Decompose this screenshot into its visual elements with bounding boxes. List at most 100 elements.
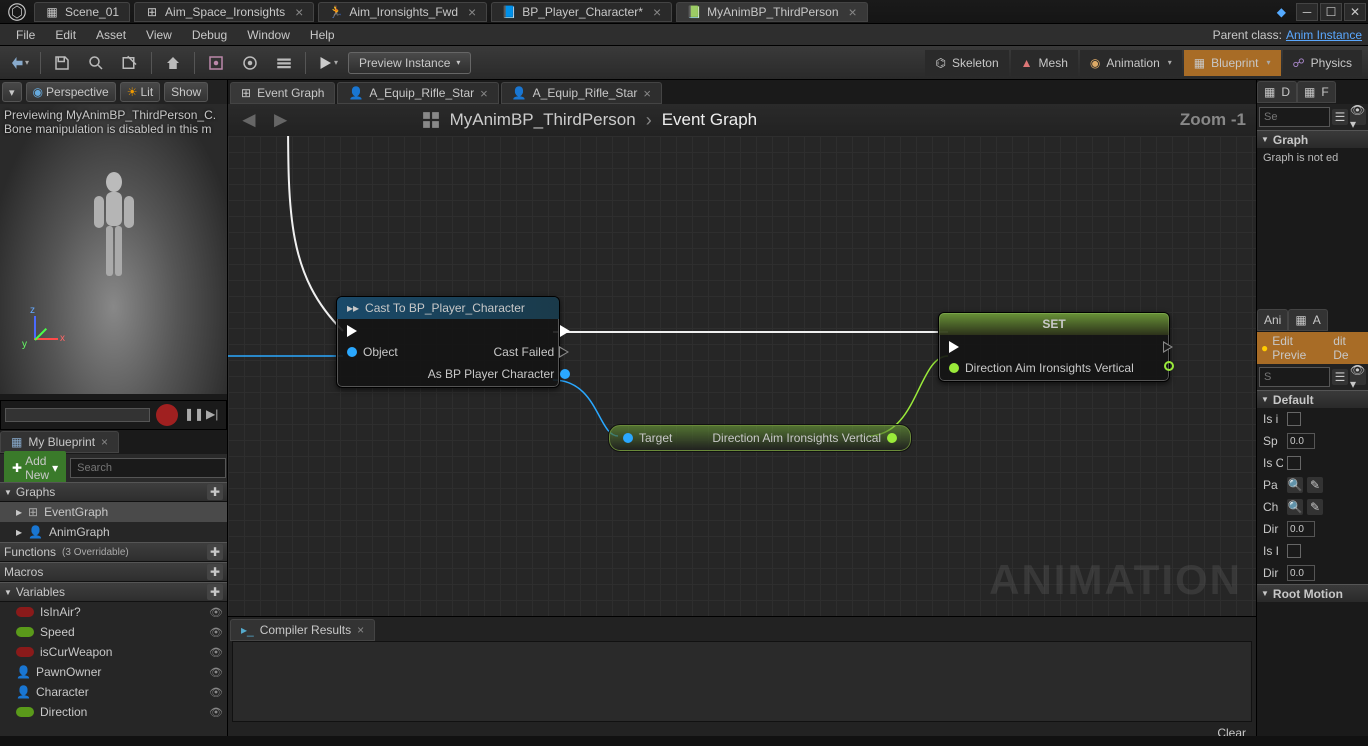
var-isinair[interactable]: IsInAir?👁 xyxy=(0,602,227,622)
exec-in-pin[interactable] xyxy=(949,341,1134,353)
cat-macros[interactable]: Macros✚ xyxy=(0,562,227,582)
object-pin[interactable]: Object xyxy=(347,345,398,359)
close-icon[interactable]: × xyxy=(357,623,364,637)
section-default[interactable]: ▼Default xyxy=(1257,390,1368,408)
tree-eventgraph[interactable]: ▸⊞EventGraph xyxy=(0,502,227,522)
var-direction[interactable]: Direction👁 xyxy=(0,702,227,722)
step-button[interactable]: ▶| xyxy=(206,407,222,423)
eye-icon[interactable]: 👁 xyxy=(209,706,223,719)
add-new-button[interactable]: ✚ Add New ▾ xyxy=(4,451,66,485)
find-button[interactable] xyxy=(117,50,143,76)
menu-window[interactable]: Window xyxy=(237,26,300,44)
cat-graphs[interactable]: ▼Graphs✚ xyxy=(0,482,227,502)
close-icon[interactable]: × xyxy=(849,4,857,20)
picker-icon[interactable]: ✎ xyxy=(1307,477,1323,493)
node-cast-bpplayer[interactable]: ▸▸Cast To BP_Player_Character Object Cas… xyxy=(336,296,560,388)
exec-out-pin[interactable] xyxy=(560,325,570,337)
mode-physics[interactable]: ☍Physics xyxy=(1283,50,1363,76)
marketplace-icon[interactable]: ◆ xyxy=(1277,5,1286,19)
browse-button[interactable] xyxy=(83,50,109,76)
var-in-pin[interactable]: Direction Aim Ironsights Vertical xyxy=(949,361,1134,375)
preview-instance-dropdown[interactable]: Preview Instance▾ xyxy=(348,52,471,74)
play-button[interactable]: ▾ xyxy=(314,50,340,76)
menu-debug[interactable]: Debug xyxy=(182,26,237,44)
title-tab-aimfwd[interactable]: 🏃Aim_Ironsights_Fwd× xyxy=(318,2,487,22)
as-char-pin[interactable]: As BP Player Character xyxy=(428,367,571,381)
breadcrumb-leaf[interactable]: Event Graph xyxy=(662,110,757,130)
section-graph[interactable]: ▼Graph xyxy=(1257,130,1368,148)
tab-anim[interactable]: Ani xyxy=(1257,309,1288,331)
record-button[interactable] xyxy=(156,404,178,426)
mybp-search-input[interactable] xyxy=(70,458,226,478)
class-defaults-button[interactable] xyxy=(237,50,263,76)
eye-icon[interactable]: 👁 xyxy=(209,666,223,679)
time-slider[interactable] xyxy=(5,408,150,422)
menu-edit[interactable]: Edit xyxy=(45,26,86,44)
eye-icon[interactable]: 👁 xyxy=(209,646,223,659)
cat-variables[interactable]: ▼Variables✚ xyxy=(0,582,227,602)
add-function-button[interactable]: ✚ xyxy=(207,544,223,560)
close-icon[interactable]: × xyxy=(480,86,488,101)
menu-help[interactable]: Help xyxy=(300,26,345,44)
section-rootmotion[interactable]: ▼Root Motion xyxy=(1257,584,1368,602)
tab-asset[interactable]: ▦A xyxy=(1288,309,1327,331)
tree-animgraph[interactable]: ▸👤AnimGraph xyxy=(0,522,227,542)
title-tab-scene[interactable]: ▦Scene_01 xyxy=(34,2,130,22)
var-iscurweapon[interactable]: isCurWeapon👁 xyxy=(0,642,227,662)
exec-out-pin[interactable] xyxy=(1164,341,1174,353)
mode-skeleton[interactable]: ⌬Skeleton xyxy=(925,50,1008,76)
minimize-button[interactable]: ─ xyxy=(1296,3,1318,21)
search-icon[interactable]: 🔍 xyxy=(1287,499,1303,515)
node-get-direction[interactable]: Target Direction Aim Ironsights Vertical xyxy=(608,424,912,452)
node-set-direction[interactable]: SET Direction Aim Ironsights Vertical xyxy=(938,312,1170,382)
compile-button[interactable]: ▾ xyxy=(6,50,32,76)
vp-options[interactable]: ▾ xyxy=(2,82,22,102)
tab-compiler-results[interactable]: ▸_Compiler Results× xyxy=(230,619,375,641)
close-icon[interactable]: × xyxy=(101,435,108,449)
title-tab-bpplayer[interactable]: 📘BP_Player_Character*× xyxy=(491,2,672,22)
search-input-1[interactable] xyxy=(1259,107,1330,127)
title-tab-aimspace[interactable]: ⊞Aim_Space_Ironsights× xyxy=(134,2,314,22)
add-macro-button[interactable]: ✚ xyxy=(207,564,223,580)
cat-functions[interactable]: Functions(3 Overridable)✚ xyxy=(0,542,227,562)
mode-animation[interactable]: ◉Animation▾ xyxy=(1080,50,1182,76)
eye-icon[interactable]: 👁 xyxy=(209,686,223,699)
close-icon[interactable]: × xyxy=(468,4,476,20)
number-input[interactable]: 0.0 xyxy=(1287,433,1315,449)
parent-class-link[interactable]: Anim Instance xyxy=(1286,28,1362,42)
eye-icon[interactable]: 👁 xyxy=(209,606,223,619)
close-icon[interactable]: × xyxy=(295,4,303,20)
var-out-pin[interactable] xyxy=(1164,361,1174,371)
search-icon[interactable]: 🔍 xyxy=(1287,477,1303,493)
target-pin[interactable]: Target xyxy=(623,431,672,445)
graph-canvas[interactable]: ANIMATION ▸▸Cast To BP_Player_Character xyxy=(228,136,1256,616)
mode-mesh[interactable]: ▲Mesh xyxy=(1011,50,1078,76)
eye-icon[interactable]: 👁▾ xyxy=(1350,109,1366,125)
class-settings-button[interactable] xyxy=(203,50,229,76)
cast-failed-pin[interactable]: Cast Failed xyxy=(493,345,570,359)
edit-preview-toggle[interactable]: ●Edit Previedit De xyxy=(1257,332,1368,364)
var-speed[interactable]: Speed👁 xyxy=(0,622,227,642)
eye-icon[interactable]: 👁▾ xyxy=(1350,369,1366,385)
close-icon[interactable]: × xyxy=(643,86,651,101)
menu-view[interactable]: View xyxy=(136,26,182,44)
gtab-equip1[interactable]: 👤A_Equip_Rifle_Star× xyxy=(337,82,498,104)
search-input-2[interactable] xyxy=(1259,367,1330,387)
var-pawnowner[interactable]: 👤PawnOwner👁 xyxy=(0,662,227,682)
add-graph-button[interactable]: ✚ xyxy=(207,484,223,500)
vp-show[interactable]: Show xyxy=(164,82,208,102)
var-character[interactable]: 👤Character👁 xyxy=(0,682,227,702)
tab-find-1[interactable]: ▦F xyxy=(1297,81,1336,103)
maximize-button[interactable]: ☐ xyxy=(1320,3,1342,21)
eye-icon[interactable]: 👁 xyxy=(209,626,223,639)
list-view-icon[interactable]: ☰ xyxy=(1332,109,1348,125)
tab-details-1[interactable]: ▦D xyxy=(1257,81,1297,103)
gtab-eventgraph[interactable]: ⊞Event Graph xyxy=(230,82,335,104)
hide-unrelated-button[interactable] xyxy=(271,50,297,76)
number-input[interactable]: 0.0 xyxy=(1287,565,1315,581)
gtab-equip2[interactable]: 👤A_Equip_Rifle_Star× xyxy=(501,82,662,104)
tab-my-blueprint[interactable]: ▦My Blueprint× xyxy=(0,431,119,453)
breadcrumb-main[interactable]: MyAnimBP_ThirdPerson xyxy=(450,110,636,130)
menu-asset[interactable]: Asset xyxy=(86,26,136,44)
list-view-icon[interactable]: ☰ xyxy=(1332,369,1348,385)
